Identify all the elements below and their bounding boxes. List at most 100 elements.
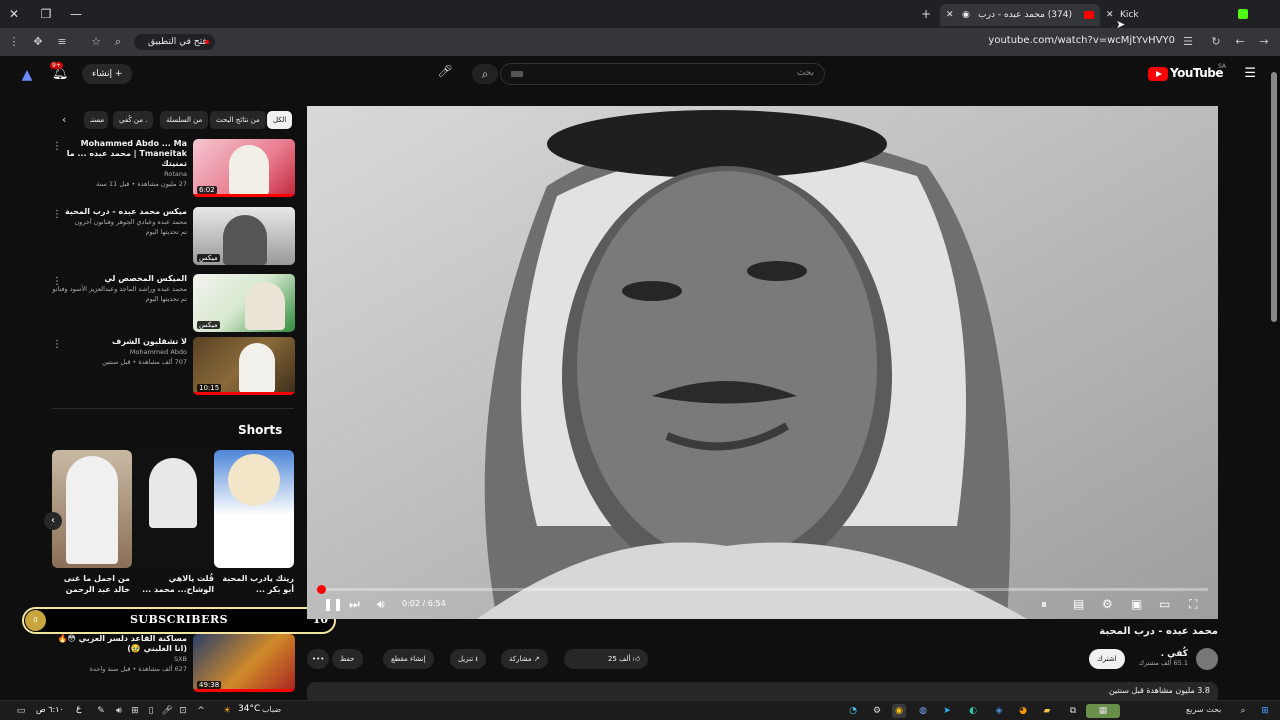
shorts-prev-icon[interactable]: ‹ bbox=[44, 512, 62, 530]
like-button[interactable]: 25 ألف 👍︎ bbox=[564, 649, 648, 669]
pen-icon[interactable]: ✎ bbox=[94, 704, 108, 718]
next-icon[interactable]: ⏭︎ bbox=[349, 597, 360, 612]
short-title[interactable]: ريتك يادرب المحبة أبو بكر ... bbox=[210, 573, 294, 595]
account-avatar-icon[interactable]: ▲ bbox=[18, 66, 36, 84]
network-icon[interactable]: ⊞ bbox=[128, 704, 142, 718]
chip-more[interactable]: مستـ bbox=[84, 111, 108, 129]
share-button[interactable]: مشاركة ↗ bbox=[501, 649, 548, 669]
pause-icon[interactable]: ❚❚ bbox=[323, 597, 343, 611]
browser-app-icon[interactable]: ◕ bbox=[1016, 704, 1030, 718]
restore-window-icon[interactable]: ❐ bbox=[38, 6, 54, 22]
video-thumbnail[interactable]: 6:02 bbox=[193, 139, 295, 197]
fullscreen-icon[interactable]: ⛶ bbox=[1189, 597, 1197, 612]
list-item[interactable]: ⋮ الميكس المخصص لي محمد عبده وراشد الماج… bbox=[50, 274, 295, 334]
page-scrollbar[interactable] bbox=[1270, 60, 1278, 700]
edge-app-icon[interactable]: ◐ bbox=[966, 704, 980, 718]
theater-mode-icon[interactable]: ▭ bbox=[1159, 597, 1170, 611]
weather-temp[interactable]: 34°C bbox=[238, 704, 260, 714]
volume-tray-icon[interactable]: 🔊︎ bbox=[112, 704, 126, 718]
show-hidden-icon[interactable]: ^ bbox=[194, 704, 208, 718]
miniplayer-icon[interactable]: ▣ bbox=[1131, 597, 1142, 611]
bookmark-star-icon[interactable]: ☆ bbox=[88, 34, 104, 50]
autoplay-toggle-icon[interactable]: ⏸︎ bbox=[1041, 597, 1047, 612]
scrollbar-thumb[interactable] bbox=[1271, 72, 1277, 322]
url-field[interactable]: youtube.com/watch?v=wcMjtYvHVY0 bbox=[988, 35, 1175, 46]
list-item[interactable]: ⋮ ميكس محمد عبده - درب المحبة محمد عبده … bbox=[50, 207, 295, 267]
short-title[interactable]: قُلت يالاهي الوشاح... محمد ... bbox=[130, 573, 214, 595]
short-thumbnail[interactable] bbox=[133, 450, 213, 568]
notification-center-icon[interactable]: ▭ bbox=[14, 704, 28, 718]
new-tab-icon[interactable]: + bbox=[918, 6, 934, 22]
close-window-icon[interactable]: ✕ bbox=[6, 6, 22, 22]
mix-thumbnail[interactable]: ميكس bbox=[193, 207, 295, 265]
video-title[interactable]: الميكس المخصص لي bbox=[52, 274, 187, 284]
minimize-window-icon[interactable]: — bbox=[68, 6, 84, 22]
chrome-icon[interactable]: ◉ bbox=[892, 704, 906, 718]
open-in-app-button[interactable]: فتح في التطبيق bbox=[134, 34, 215, 50]
video-title[interactable]: ميكس محمد عبده - درب المحبة bbox=[52, 207, 187, 217]
tab-search-icon[interactable]: ≡ bbox=[54, 34, 70, 50]
task-view-icon[interactable]: ⧉ bbox=[1066, 704, 1080, 718]
widgets-icon[interactable]: ▦ bbox=[1086, 704, 1120, 718]
short-thumbnail[interactable] bbox=[214, 450, 294, 568]
taskbar-search[interactable]: بحث سريع bbox=[1186, 705, 1221, 714]
channel-name[interactable]: كُفي . bbox=[1139, 649, 1188, 659]
chip-all[interactable]: الكل bbox=[267, 111, 293, 129]
chip-channel[interactable]: من كُفي . bbox=[113, 111, 154, 129]
input-language[interactable]: ع bbox=[76, 704, 81, 714]
microphone-icon[interactable]: 🎤︎ bbox=[436, 64, 454, 84]
create-button[interactable]: إنشاء + bbox=[82, 64, 133, 84]
tab-youtube[interactable]: ✕ ◉ (374) محمد عبده - درب المحبة bbox=[940, 4, 1100, 26]
guide-menu-icon[interactable]: ☰ bbox=[1244, 66, 1256, 81]
subtitles-icon[interactable]: ▤ bbox=[1073, 597, 1084, 611]
tab-kick[interactable]: ✕ Kick bbox=[1100, 4, 1180, 26]
chip-series[interactable]: من السلسلة bbox=[160, 111, 209, 129]
vpn-app-icon[interactable]: ◈ bbox=[992, 704, 1006, 718]
list-item[interactable]: ⋮ لا تشقلبون الشرف Mohammed Abdo 707 ألف… bbox=[50, 337, 295, 397]
video-channel[interactable]: Rotana bbox=[52, 169, 187, 179]
battery-icon[interactable]: ▯ bbox=[144, 704, 158, 718]
extensions-icon[interactable]: ✥ bbox=[30, 34, 46, 50]
download-button[interactable]: تنزيل ⭳ bbox=[450, 649, 486, 669]
save-button[interactable]: حفظ bbox=[332, 649, 363, 669]
back-icon[interactable]: → bbox=[1256, 34, 1272, 50]
settings-gear-icon[interactable]: ⚙ bbox=[1102, 597, 1113, 611]
settings-app-icon[interactable]: ⚙ bbox=[870, 704, 884, 718]
video-thumbnail[interactable]: 10:15 bbox=[193, 337, 295, 395]
clip-button[interactable]: إنشاء مقطع bbox=[383, 649, 434, 669]
list-item[interactable]: مساكنة القاعد دلسر العزبي 😳🔥 (انا الغلبن… bbox=[50, 634, 295, 694]
chips-scroll-left-icon[interactable]: ‹ bbox=[62, 113, 66, 126]
video-title[interactable]: لا تشقلبون الشرف bbox=[52, 337, 187, 347]
video-thumbnail[interactable]: 49:38 bbox=[193, 634, 295, 692]
reload-icon[interactable]: ↻ bbox=[1208, 34, 1224, 50]
clock[interactable]: ٦:١٠ ص bbox=[36, 705, 64, 714]
list-item[interactable]: ⋮ Mohammed Abdo ... Ma Tmaneitak | محمد … bbox=[50, 139, 295, 199]
progress-scrubber[interactable] bbox=[317, 585, 327, 594]
video-player[interactable] bbox=[307, 106, 1218, 619]
short-title[interactable]: من اجمل ما غنى خالد عبد الرحمن bbox=[46, 573, 130, 595]
search-input[interactable]: بحث bbox=[500, 63, 825, 85]
close-tab-icon[interactable]: ✕ bbox=[946, 4, 954, 26]
short-thumbnail[interactable] bbox=[52, 450, 132, 568]
search-taskbar-icon[interactable]: ⌕ bbox=[1236, 704, 1250, 718]
keyboard-icon[interactable] bbox=[511, 71, 523, 77]
video-title[interactable]: Mohammed Abdo ... Ma Tmaneitak | محمد عب… bbox=[52, 139, 187, 169]
video-channel[interactable]: محمد عبده وعبادي الجوهر وفنانون آخرون bbox=[52, 217, 187, 227]
site-settings-icon[interactable]: ☰ bbox=[1180, 34, 1196, 50]
channel-avatar[interactable] bbox=[1196, 648, 1218, 670]
microphone-tray-icon[interactable]: 🎤︎ bbox=[160, 704, 174, 718]
volume-icon[interactable]: 🔊︎ bbox=[377, 597, 385, 612]
tray-app-icon[interactable]: ⊡ bbox=[176, 704, 190, 718]
app-icon[interactable]: ◍ bbox=[916, 704, 930, 718]
chip-search-results[interactable]: من نتائج البحث bbox=[210, 111, 266, 129]
menu-kebab-icon[interactable]: ⋮ bbox=[6, 34, 22, 50]
zoom-icon[interactable]: ⌕ bbox=[110, 34, 126, 50]
tab-audio-icon[interactable]: ◉ bbox=[962, 4, 970, 26]
progress-bar[interactable] bbox=[317, 585, 1208, 594]
telegram-icon[interactable]: ➤ bbox=[940, 704, 954, 718]
forward-icon[interactable]: ← bbox=[1232, 34, 1248, 50]
video-channel[interactable]: محمد عبده وراشد الماجد وعبدالعزيز الأسود… bbox=[52, 284, 187, 294]
search-button[interactable]: ⌕ bbox=[472, 64, 498, 84]
weather-desc[interactable]: ضباب bbox=[262, 705, 281, 714]
edge-icon[interactable]: ◔ bbox=[846, 704, 860, 718]
